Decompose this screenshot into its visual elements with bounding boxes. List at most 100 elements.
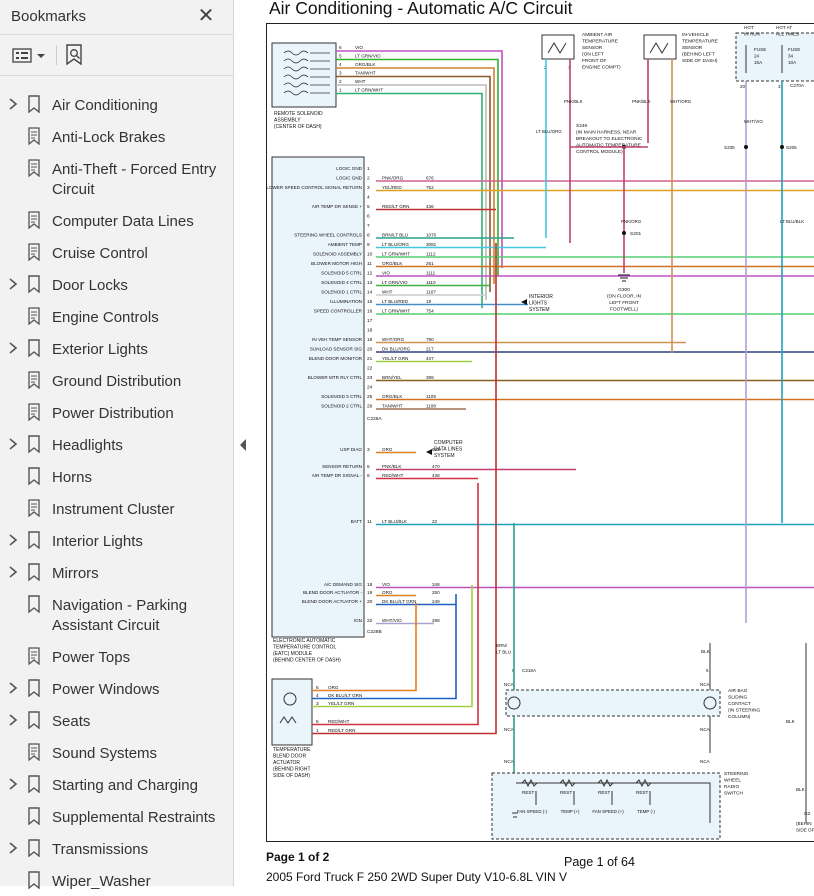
eatc-module-label: (EATC) MODULE bbox=[273, 651, 313, 657]
pin-number: 1 bbox=[339, 88, 342, 93]
bookmark-item[interactable]: Door Locks bbox=[0, 272, 234, 300]
bookmark-label: Sound Systems bbox=[52, 744, 157, 764]
in-vehicle-sensor-label: SENSOR bbox=[682, 45, 703, 51]
ambient-sensor-label: AMBIENT AIR bbox=[582, 32, 613, 38]
rest-label: REST bbox=[598, 790, 610, 795]
chevron-right-icon[interactable] bbox=[7, 777, 19, 791]
bookmark-item[interactable]: Air Conditioning bbox=[0, 92, 234, 120]
fuse-label: 10A bbox=[788, 60, 797, 65]
chevron-right-icon[interactable] bbox=[7, 341, 19, 355]
bookmark-item[interactable]: Horns bbox=[0, 464, 234, 492]
bookmark-page-icon bbox=[27, 743, 41, 761]
bookmark-item[interactable]: Interior Lights bbox=[0, 528, 234, 556]
bookmark-page-icon bbox=[27, 647, 41, 665]
wire-label: BLK bbox=[786, 719, 796, 724]
pin-number: 11 bbox=[367, 519, 372, 525]
bookmark-item[interactable]: Power Windows bbox=[0, 676, 234, 704]
circuit-number: 217 bbox=[426, 347, 434, 352]
document-view[interactable]: Air Conditioning - Automatic A/C Circuit… bbox=[254, 0, 814, 886]
bookmark-item[interactable]: Cruise Control bbox=[0, 240, 234, 268]
bookmark-item[interactable]: Engine Controls bbox=[0, 304, 234, 332]
bookmark-item[interactable]: Exterior Lights bbox=[0, 336, 234, 364]
fuse-hot-label: HOT bbox=[744, 25, 754, 30]
bookmark-label: Headlights bbox=[52, 436, 123, 456]
wire-label: LT BLU bbox=[496, 650, 511, 655]
chevron-right-icon[interactable] bbox=[7, 713, 19, 727]
chevron-right-icon[interactable] bbox=[7, 437, 19, 451]
bookmark-item[interactable]: Anti-Theft - Forced Entry Circuit bbox=[0, 156, 234, 204]
bookmark-label: Exterior Lights bbox=[52, 340, 148, 360]
circuit-number: 261 bbox=[426, 261, 434, 266]
circuit-number: 1070 bbox=[426, 233, 437, 238]
bookmark-icon bbox=[27, 871, 41, 889]
g300-label: LEFT FRONT bbox=[609, 300, 639, 306]
bookmark-label: Seats bbox=[52, 712, 90, 732]
wire-label: BRN/LT BLU bbox=[382, 233, 408, 238]
bookmark-icon bbox=[27, 95, 41, 113]
wire-label: RED/LT GRN bbox=[382, 204, 409, 209]
in-vehicle-sensor-label: (BEHIND LEFT bbox=[682, 52, 715, 58]
bookmark-item[interactable]: Anti-Lock Brakes bbox=[0, 124, 234, 152]
bookmark-options-button[interactable] bbox=[12, 45, 46, 65]
bookmark-item[interactable]: Seats bbox=[0, 708, 234, 736]
bookmark-item[interactable]: Power Tops bbox=[0, 644, 234, 672]
switch-label: TEMP (-) bbox=[637, 809, 655, 814]
circuit-number: 298 bbox=[432, 618, 440, 623]
chevron-right-icon[interactable] bbox=[7, 565, 19, 579]
chevron-right-icon[interactable] bbox=[7, 97, 19, 111]
pin-number: 8 bbox=[367, 233, 370, 239]
bookmark-icon bbox=[27, 807, 41, 825]
close-icon[interactable]: ✕ bbox=[196, 6, 216, 26]
bookmark-item[interactable]: Computer Data Lines bbox=[0, 208, 234, 236]
chevron-right-icon[interactable] bbox=[7, 841, 19, 855]
interior-lights-label: LIGHTS bbox=[529, 301, 548, 307]
computer-data-label: DATA LINES bbox=[434, 447, 463, 453]
chevron-right-icon[interactable] bbox=[7, 681, 19, 695]
pin-function-label: BLEND DOOR MONITOR bbox=[309, 356, 363, 361]
find-bookmark-button[interactable] bbox=[64, 45, 86, 65]
wire-label: PNK/BLK bbox=[382, 464, 402, 469]
bookmark-item[interactable]: Power Distribution bbox=[0, 400, 234, 428]
bookmark-item[interactable]: Headlights bbox=[0, 432, 234, 460]
chevron-right-icon[interactable] bbox=[7, 277, 19, 291]
page-title: Air Conditioning - Automatic A/C Circuit bbox=[269, 0, 572, 19]
pin-number: 9 bbox=[367, 242, 370, 248]
bookmark-item[interactable]: Mirrors bbox=[0, 560, 234, 588]
wire-label: ORG/BLK bbox=[355, 62, 376, 67]
bookmark-item[interactable]: Starting and Charging bbox=[0, 772, 234, 800]
pin-number: 16 bbox=[367, 309, 373, 315]
bookmark-item[interactable]: Navigation - Parking Assistant Circuit bbox=[0, 592, 234, 640]
pin-number: 3 bbox=[367, 185, 370, 191]
pin-number: 12 bbox=[367, 271, 373, 277]
bookmark-item[interactable]: Wiper_Washer bbox=[0, 868, 234, 896]
bookmark-icon bbox=[27, 339, 41, 357]
bookmark-item[interactable]: Instrument Cluster bbox=[0, 496, 234, 524]
bookmark-item[interactable]: Supplemental Restraints bbox=[0, 804, 234, 832]
bookmark-item[interactable]: Transmissions bbox=[0, 836, 234, 864]
page-of-label: Page 1 of 2 bbox=[266, 850, 329, 864]
bookmarks-panel: Bookmarks ✕ Air ConditioningAnti-Lock Br… bbox=[0, 0, 234, 886]
fuse-label: 34 bbox=[788, 54, 794, 59]
bookmark-page-icon bbox=[27, 211, 41, 229]
circuit-number: 19 bbox=[426, 299, 432, 304]
actuator-label: SIDE OF DASH) bbox=[273, 773, 310, 779]
bookmark-label: Horns bbox=[52, 468, 92, 488]
ambient-sensor-label: ENGINE COMPT) bbox=[582, 65, 621, 71]
chevron-right-icon[interactable] bbox=[7, 533, 19, 547]
bookmark-item[interactable]: Sound Systems bbox=[0, 740, 234, 768]
pin-number: 6 bbox=[367, 473, 370, 479]
pin-function-label: BLOWER MTR RLY CTRL bbox=[308, 375, 363, 380]
circuit-number: 250 bbox=[432, 590, 440, 595]
connector-label: C218A bbox=[522, 668, 537, 673]
bookmark-item[interactable]: Ground Distribution bbox=[0, 368, 234, 396]
splice-dot bbox=[622, 231, 626, 235]
wire-label: TAN/WHT bbox=[382, 404, 403, 409]
pin-number: 5 bbox=[367, 204, 370, 210]
wire-label: YEL/LT GRN bbox=[382, 356, 408, 361]
collapse-panel-handle[interactable] bbox=[238, 438, 248, 452]
chevron-left-icon bbox=[238, 438, 248, 452]
pin-function-label: SOLENOID ASSEMBLY bbox=[313, 252, 362, 257]
nca-label: NCA bbox=[700, 727, 711, 732]
g300-label: FOOTWELL) bbox=[610, 307, 638, 313]
bookmark-label: Anti-Lock Brakes bbox=[52, 128, 165, 148]
